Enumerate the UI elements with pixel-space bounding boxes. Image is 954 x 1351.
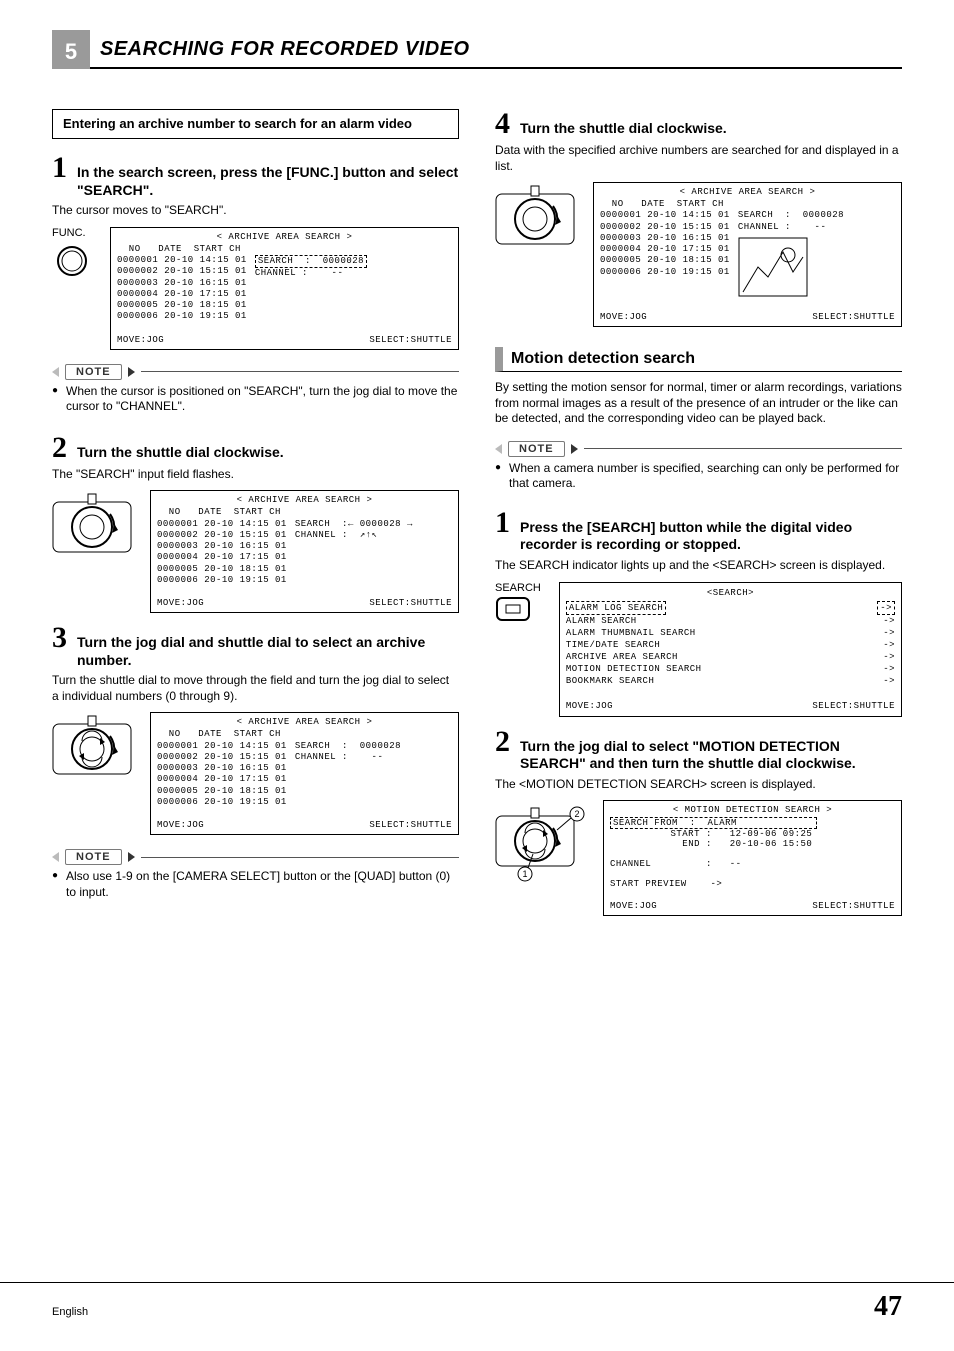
func-button-icon	[52, 241, 92, 281]
archive-screen-3: < ARCHIVE AREA SEARCH > NO DATE START CH…	[150, 712, 459, 835]
motion-detection-screen: < MOTION DETECTION SEARCH > SEARCH FROM …	[603, 800, 902, 916]
left-column: Entering an archive number to search for…	[52, 109, 459, 926]
search-menu-screen: <SEARCH> ALARM LOG SEARCH-> ALARM SEARCH…	[559, 582, 902, 717]
step-4: 4 Turn the shuttle dial clockwise. Data …	[495, 109, 902, 327]
archive-screen-2: < ARCHIVE AREA SEARCH > NO DATE START CH…	[150, 490, 459, 613]
step-title: In the search screen, press the [FUNC.] …	[77, 164, 459, 199]
func-label: FUNC.	[52, 227, 92, 239]
step-1: 1 In the search screen, press the [FUNC.…	[52, 153, 459, 349]
motion-step-2: 2 Turn the jog dial to select "MOTION DE…	[495, 727, 902, 917]
archive-screen-4: < ARCHIVE AREA SEARCH > NO DATE START CH…	[593, 182, 902, 327]
jog-shuttle-dial-icon	[52, 712, 132, 789]
shuttle-dial-icon	[52, 490, 132, 567]
section-motion-title: Motion detection search	[495, 347, 902, 372]
shuttle-dial-icon	[495, 182, 575, 259]
svg-text:1: 1	[522, 869, 527, 879]
chapter-number: 5	[52, 30, 90, 69]
note-header: NOTE	[52, 849, 459, 865]
svg-text:2: 2	[574, 809, 579, 819]
note-header: NOTE	[52, 364, 459, 380]
step-3: 3 Turn the jog dial and shuttle dial to …	[52, 623, 459, 835]
footer-page-number: 47	[874, 1291, 902, 1323]
note-3: When a camera number is specified, searc…	[495, 461, 902, 492]
note-2: Also use 1-9 on the [CAMERA SELECT] butt…	[52, 869, 459, 900]
footer-language: English	[52, 1306, 88, 1318]
chapter-header: 5 SEARCHING FOR RECORDED VIDEO	[52, 30, 902, 69]
archive-screen-1: < ARCHIVE AREA SEARCH > NO DATE START CH…	[110, 227, 459, 350]
page-footer: English 47	[0, 1282, 954, 1323]
step-2: 2 Turn the shuttle dial clockwise. The "…	[52, 433, 459, 613]
jog-shuttle-labeled-icon: 2 1	[495, 800, 585, 887]
note-header: NOTE	[495, 441, 902, 457]
step-number: 1	[52, 153, 67, 183]
chapter-title: SEARCHING FOR RECORDED VIDEO	[90, 30, 902, 69]
func-button-figure: FUNC.	[52, 227, 92, 286]
motion-step-1: 1 Press the [SEARCH] button while the di…	[495, 508, 902, 717]
step-body: The cursor moves to "SEARCH".	[52, 203, 459, 219]
preview-thumb-icon	[738, 237, 808, 297]
search-button-figure: SEARCH	[495, 582, 541, 631]
right-column: 4 Turn the shuttle dial clockwise. Data …	[495, 109, 902, 926]
section-motion-intro: By setting the motion sensor for normal,…	[495, 380, 902, 427]
intro-box: Entering an archive number to search for…	[52, 109, 459, 139]
search-button-icon	[495, 596, 531, 626]
note-1: When the cursor is positioned on "SEARCH…	[52, 384, 459, 415]
